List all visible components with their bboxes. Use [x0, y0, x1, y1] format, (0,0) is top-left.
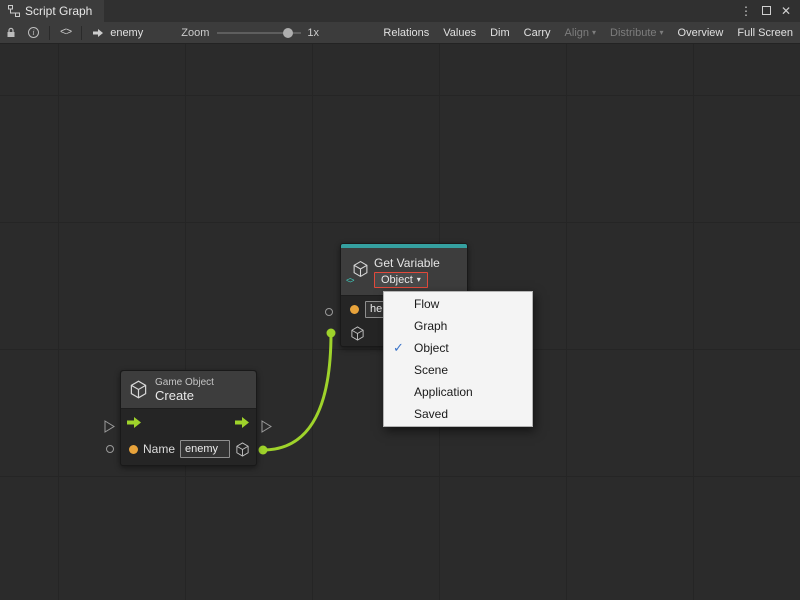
distribute-button[interactable]: Distribute ▾: [603, 22, 670, 44]
value-input-port[interactable]: [106, 445, 114, 453]
code-view-icon[interactable]: <>: [54, 22, 77, 44]
maximize-box: [762, 6, 771, 15]
menu-item-application[interactable]: Application: [384, 381, 532, 403]
zoom-slider[interactable]: [217, 27, 301, 39]
code-badge-icon: <>: [346, 277, 354, 286]
menu-item-graph[interactable]: Graph: [384, 315, 532, 337]
tab-script-graph[interactable]: Script Graph: [0, 0, 104, 22]
zoom-slider-handle[interactable]: [283, 28, 293, 38]
info-icon[interactable]: i: [22, 22, 45, 44]
name-port-row: Name: [121, 435, 256, 463]
window-controls: ⋮ ✕: [738, 4, 800, 18]
string-port-dot[interactable]: [350, 305, 359, 314]
node-title: Get Variable: [374, 256, 440, 270]
caret-down-icon: ▾: [660, 28, 664, 37]
connection-start-port[interactable]: [259, 446, 268, 455]
graph-toolbar: i <> enemy Zoom 1x Relations Values Dim …: [0, 22, 800, 44]
node-create-gameobject[interactable]: Game Object Create Name: [120, 370, 257, 466]
relations-button[interactable]: Relations: [376, 22, 436, 44]
gameobject-cube-icon: [129, 380, 148, 399]
flow-output-port[interactable]: [261, 420, 272, 433]
carry-button[interactable]: Carry: [517, 22, 558, 44]
menu-item-saved[interactable]: Saved: [384, 403, 532, 425]
gameobject-output-icon[interactable]: [235, 442, 250, 457]
variable-cube-icon: <>: [347, 260, 369, 284]
create-header: Game Object Create: [121, 371, 256, 409]
value-input-port[interactable]: [325, 308, 333, 316]
flow-input-port[interactable]: [104, 420, 115, 433]
overview-button[interactable]: Overview: [671, 22, 731, 44]
dim-button[interactable]: Dim: [483, 22, 517, 44]
variable-kind-dropdown[interactable]: Object ▾: [374, 272, 428, 288]
tab-label: Script Graph: [25, 4, 92, 18]
toolbar-buttons: Relations Values Dim Carry Align ▾ Distr…: [376, 22, 800, 44]
flow-in-arrow-icon[interactable]: [127, 417, 142, 428]
variable-kind-value: Object: [381, 274, 413, 286]
graph-pointer-icon: [86, 22, 110, 44]
values-button[interactable]: Values: [436, 22, 483, 44]
toolbar-separator: [49, 26, 50, 40]
flow-out-arrow-icon[interactable]: [235, 417, 250, 428]
maximize-icon[interactable]: [758, 4, 774, 18]
graph-canvas[interactable]: <> Get Variable Object ▾: [0, 44, 800, 600]
zoom-label: Zoom: [181, 27, 209, 39]
script-graph-icon: [8, 5, 20, 17]
toolbar-separator: [81, 26, 82, 40]
connection-wire[interactable]: [263, 333, 331, 450]
close-icon[interactable]: ✕: [778, 4, 794, 18]
get-variable-header: <> Get Variable Object ▾: [341, 248, 467, 296]
fullscreen-button[interactable]: Full Screen: [730, 22, 800, 44]
current-graph-name[interactable]: enemy: [110, 27, 143, 39]
gameobject-port-icon[interactable]: [350, 326, 365, 341]
lock-icon[interactable]: [0, 22, 22, 44]
string-port-dot[interactable]: [129, 445, 138, 454]
name-input[interactable]: [180, 440, 230, 458]
menu-item-scene[interactable]: Scene: [384, 359, 532, 381]
info-glyph: i: [28, 27, 39, 38]
node-title: Create: [155, 388, 214, 403]
name-port-label: Name: [143, 442, 175, 456]
caret-down-icon: ▾: [592, 28, 596, 37]
caret-down-icon: ▾: [417, 275, 421, 284]
zoom-value: 1x: [307, 27, 319, 39]
check-icon: ✓: [393, 340, 404, 356]
node-category: Game Object: [155, 377, 214, 388]
connection-end-port[interactable]: [327, 329, 336, 338]
menu-item-flow[interactable]: Flow: [384, 293, 532, 315]
flow-port-row: [121, 409, 256, 435]
menu-item-object[interactable]: ✓ Object: [384, 337, 532, 359]
variable-kind-menu: Flow Graph ✓ Object Scene Application Sa…: [383, 291, 533, 427]
align-button[interactable]: Align ▾: [558, 22, 603, 44]
window-titlebar: Script Graph ⋮ ✕: [0, 0, 800, 22]
window-menu-icon[interactable]: ⋮: [738, 4, 754, 18]
